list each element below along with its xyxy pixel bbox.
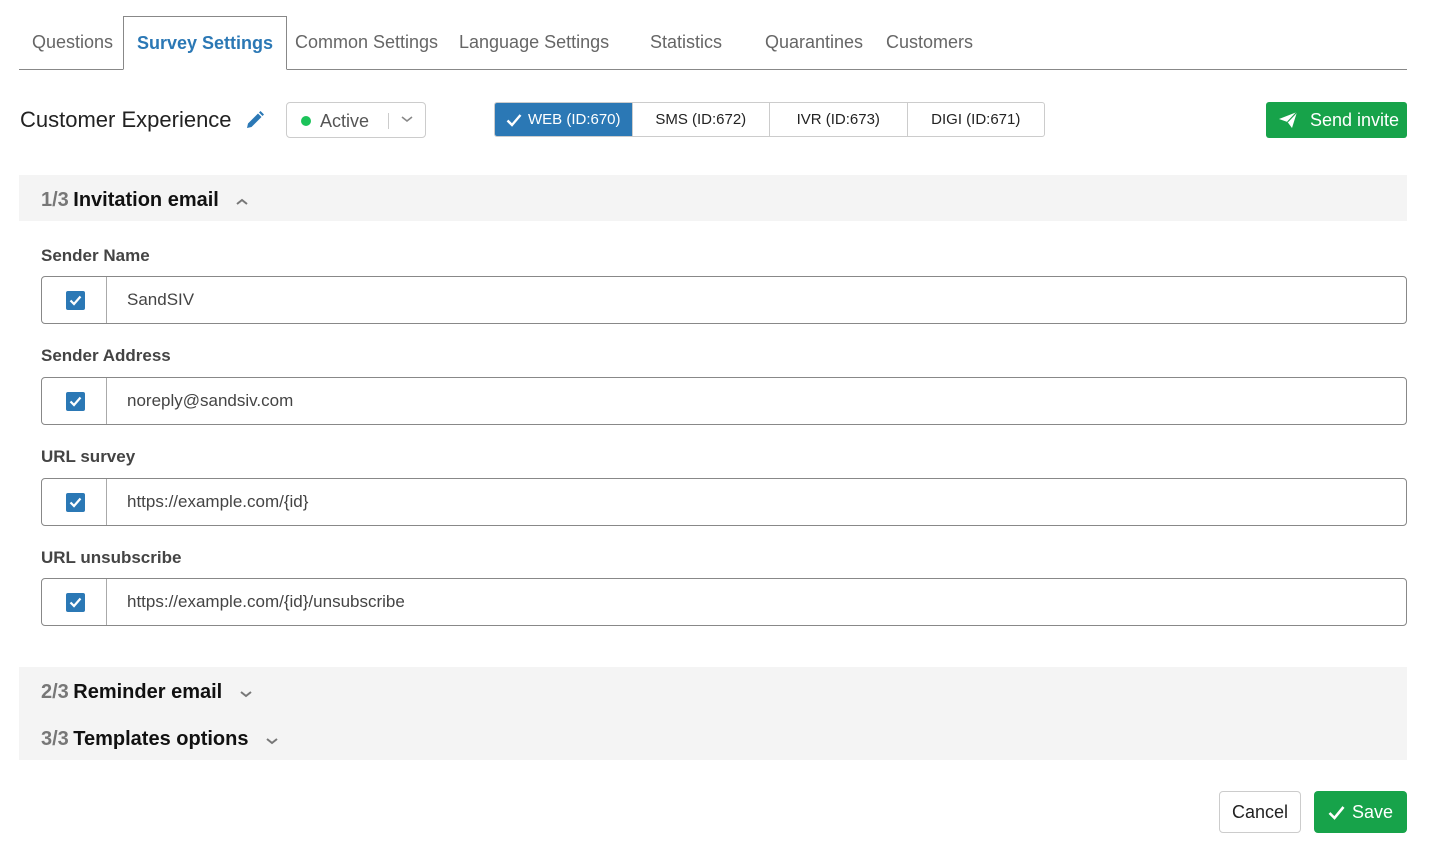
url-survey-label: URL survey [41,447,136,466]
section-templates-options-header[interactable]: 3/3 Templates options [19,714,1407,760]
channel-web-button[interactable]: WEB (ID:670) [495,103,633,136]
url-unsubscribe-row [41,578,1407,626]
tab-statistics[interactable]: Statistics [650,16,722,70]
section-number: 3/3 [41,728,69,750]
url-unsubscribe-input[interactable] [108,579,1406,625]
check-icon [69,597,82,608]
channel-ivr-label: IVR (ID:673) [796,111,880,128]
url-survey-input[interactable] [108,479,1406,525]
sender-address-checkbox[interactable] [42,378,107,424]
cancel-button[interactable]: Cancel [1219,791,1301,833]
section-reminder-email-header[interactable]: 2/3 Reminder email [19,667,1407,715]
channel-web-label: WEB (ID:670) [527,111,621,128]
chevron-down-icon [266,737,278,745]
channel-sms-label: SMS (ID:672) [655,111,747,128]
sender-name-label: Sender Name [41,246,150,265]
status-dropdown[interactable]: Active [286,102,426,138]
channel-digi-button[interactable]: DIGI (ID:671) [908,103,1045,136]
tab-customers[interactable]: Customers [886,16,973,70]
sender-address-label: Sender Address [41,346,171,365]
url-unsubscribe-label: URL unsubscribe [41,548,182,567]
save-label: Save [1351,801,1394,822]
check-icon [69,396,82,407]
check-icon [506,113,522,127]
tab-bar: Questions Survey Settings Common Setting… [19,16,1407,70]
sender-name-checkbox[interactable] [42,277,107,323]
channel-digi-label: DIGI (ID:671) [931,111,1021,128]
chevron-up-icon [236,198,248,205]
channel-switcher: WEB (ID:670) SMS (ID:672) IVR (ID:673) D… [494,102,1045,137]
status-dot-icon [301,116,311,126]
chevron-down-icon [400,112,414,126]
url-survey-row [41,478,1407,526]
sender-address-input[interactable] [108,378,1406,424]
chevron-down-icon [240,690,252,698]
sender-name-input[interactable] [108,277,1406,323]
section-number: 1/3 [41,189,69,211]
url-unsubscribe-checkbox[interactable] [42,579,107,625]
tab-common-settings[interactable]: Common Settings [295,16,438,70]
tab-quarantines[interactable]: Quarantines [765,16,863,70]
check-icon [69,295,82,306]
url-survey-checkbox[interactable] [42,479,107,525]
section-title: Reminder email [73,681,223,703]
status-value: Active [320,111,370,131]
channel-ivr-button[interactable]: IVR (ID:673) [770,103,908,136]
tab-language-settings[interactable]: Language Settings [459,16,609,70]
send-invite-button[interactable]: Send invite [1266,102,1407,138]
tab-questions[interactable]: Questions [32,16,113,70]
section-number: 2/3 [41,681,69,703]
section-title: Invitation email [73,189,219,211]
edit-pencil-icon[interactable] [245,110,265,130]
sender-name-row [41,276,1407,324]
section-title: Templates options [73,728,249,750]
survey-title: Customer Experience [20,107,232,132]
save-button[interactable]: Save [1314,791,1407,833]
sender-address-row [41,377,1407,425]
check-icon [1328,805,1345,820]
send-invite-label: Send invite [1310,109,1400,130]
check-icon [69,497,82,508]
paper-plane-icon [1279,111,1298,128]
section-invitation-email-header[interactable]: 1/3 Invitation email [19,175,1407,221]
dropdown-separator [388,113,389,129]
tab-survey-settings[interactable]: Survey Settings [123,16,288,70]
channel-sms-button[interactable]: SMS (ID:672) [633,103,770,136]
